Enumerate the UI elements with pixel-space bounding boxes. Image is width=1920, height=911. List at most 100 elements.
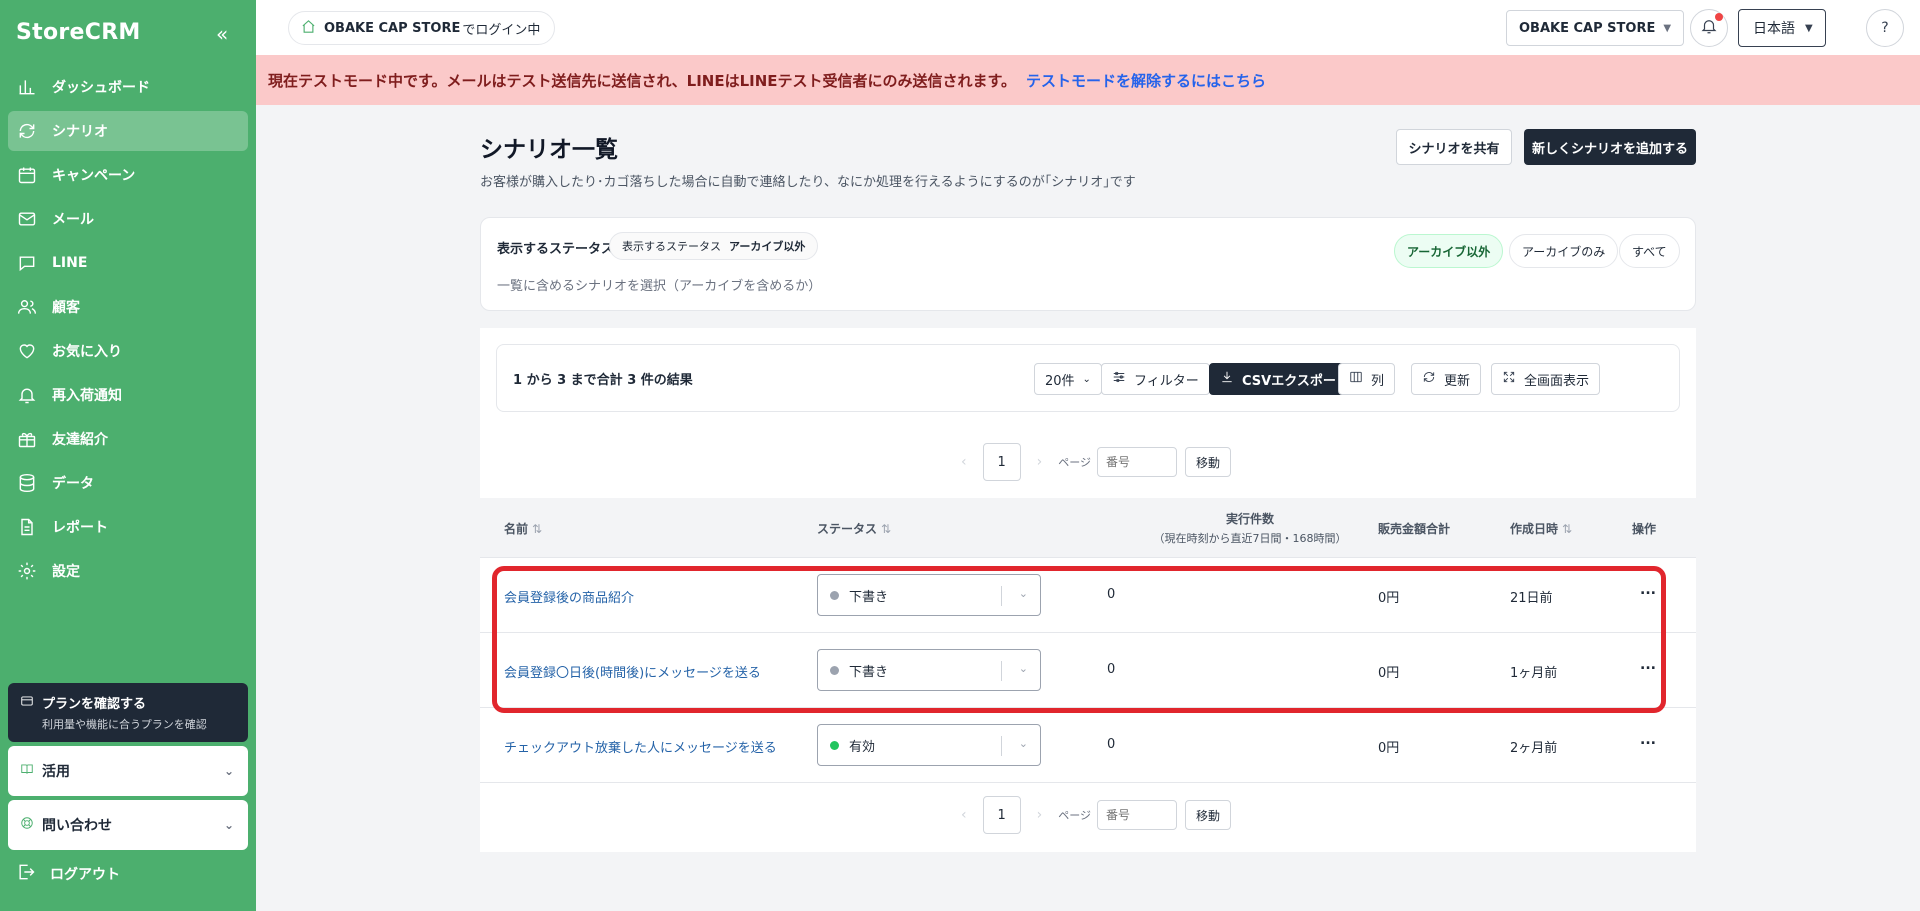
sidebar-item-restock[interactable]: 再入荷通知 (8, 375, 248, 415)
sidebar-item-settings[interactable]: 設定 (8, 551, 248, 591)
sidebar-item-label: キャンペーン (52, 168, 136, 184)
document-icon (16, 516, 38, 538)
sidebar-item-label: レポート (52, 520, 108, 536)
columns-button[interactable]: 列 (1338, 363, 1396, 395)
store-select-value: OBAKE CAP STORE (1519, 20, 1656, 36)
sidebar-item-data[interactable]: データ (8, 463, 248, 503)
status-select[interactable]: 下書き ⌄ (817, 649, 1041, 691)
filter-button[interactable]: フィルター (1101, 363, 1210, 395)
fullscreen-button[interactable]: 全画面表示 (1491, 363, 1601, 395)
sidebar-item-report[interactable]: レポート (8, 507, 248, 547)
filter-label: フィルター (1134, 373, 1199, 389)
page-label: ページ (1058, 456, 1091, 469)
chevron-down-icon: ▼ (1663, 22, 1672, 34)
sidebar: StoreCRM « ダッシュボード シナリオ キャンペーン メール LINE … (0, 0, 256, 911)
store-name: OBAKE CAP STORE (324, 20, 461, 36)
page-number-current[interactable]: 1 (982, 443, 1021, 481)
refresh-icon (1422, 370, 1444, 388)
status-filter-chip: 表示するステータス アーカイブ以外 (609, 232, 819, 260)
filter-option-non-archived[interactable]: アーカイブ以外 (1394, 234, 1504, 268)
store-chip[interactable]: OBAKE CAP STORE でログイン中 (288, 11, 556, 45)
status-select[interactable]: 下書き ⌄ (817, 574, 1041, 616)
status-dot (830, 740, 839, 750)
scenario-name-link[interactable]: チェックアウト放棄した人にメッセージを送る (504, 737, 777, 756)
sort-icon[interactable]: ⇅ (1562, 522, 1572, 536)
fullscreen-label: 全画面表示 (1524, 373, 1590, 389)
result-count: 1 から 3 まで合計 3 件の結果 (513, 373, 693, 388)
chevron-down-icon: ⌄ (1018, 587, 1028, 600)
sidebar-item-referral[interactable]: 友達紹介 (8, 419, 248, 459)
sales-value: 0円 (1378, 591, 1400, 606)
go-page-button[interactable]: 移動 (1184, 447, 1231, 477)
store-login-suffix: でログイン中 (462, 22, 541, 38)
created-value: 21日前 (1510, 591, 1553, 606)
status-value: 下書き (849, 589, 889, 605)
next-page-icon[interactable]: › (1037, 454, 1043, 470)
sidebar-item-label: シナリオ (52, 124, 108, 140)
chevron-down-icon: ▼ (1805, 22, 1813, 34)
header-actions: 操作 (1632, 522, 1657, 536)
filter-option-all[interactable]: すべて (1619, 234, 1680, 268)
contact-label: 問い合わせ (42, 818, 112, 834)
sidebar-item-scenario[interactable]: シナリオ (8, 111, 248, 151)
row-actions-button[interactable]: ... (1640, 657, 1656, 673)
filter-option-archived-only[interactable]: アーカイブのみ (1509, 234, 1619, 268)
refresh-button[interactable]: 更新 (1411, 363, 1482, 395)
share-scenario-button[interactable]: シナリオを共有 (1396, 129, 1512, 165)
scenario-name-link[interactable]: 会員登録〇日後(時間後)にメッセージを送る (504, 662, 761, 681)
sidebar-item-campaign[interactable]: キャンペーン (8, 155, 248, 195)
sidebar-item-dashboard[interactable]: ダッシュボード (8, 67, 248, 107)
language-select[interactable]: 日本語 ▼ (1738, 9, 1826, 47)
row-actions-button[interactable]: ... (1640, 732, 1656, 748)
language-value: 日本語 (1753, 21, 1795, 37)
plan-card[interactable]: プランを確認する 利用量や機能に合うプランを確認 (8, 683, 248, 742)
executions-value: 0 (1107, 737, 1116, 752)
notification-button[interactable] (1690, 9, 1728, 47)
per-page-select[interactable]: 20件 ⌄ (1034, 363, 1102, 395)
store-select[interactable]: OBAKE CAP STORE ▼ (1506, 10, 1685, 46)
per-page-value: 20件 (1045, 373, 1075, 389)
executions-value: 0 (1107, 662, 1116, 677)
usage-accordion[interactable]: 活用 ⌄ (8, 746, 248, 796)
sidebar-item-favorites[interactable]: お気に入り (8, 331, 248, 371)
refresh-label: 更新 (1444, 373, 1471, 389)
sort-icon[interactable]: ⇅ (881, 522, 891, 536)
sidebar-item-label: データ (52, 476, 94, 492)
sidebar-item-line[interactable]: LINE (8, 243, 248, 283)
next-page-icon[interactable]: › (1037, 807, 1043, 823)
pagination-top: ‹ 1 › ページ 移動 (480, 443, 1696, 481)
page-number-input[interactable] (1096, 447, 1177, 477)
help-icon[interactable]: ? (1866, 9, 1904, 47)
go-page-button[interactable]: 移動 (1184, 800, 1231, 830)
chip-label: 表示するステータス (622, 240, 721, 253)
sales-value: 0円 (1378, 741, 1400, 756)
app-logo: StoreCRM (16, 20, 141, 45)
topbar: OBAKE CAP STORE でログイン中 OBAKE CAP STORE ▼… (256, 0, 1920, 55)
prev-page-icon[interactable]: ‹ (961, 807, 967, 823)
table-toolbar: 1 から 3 まで合計 3 件の結果 20件 ⌄ フィルター CSVエクスポート… (496, 344, 1680, 412)
users-icon (16, 296, 38, 318)
header-status: ステータス ⇅ (817, 522, 892, 536)
row-actions-button[interactable]: ... (1640, 582, 1656, 598)
scenario-name-link[interactable]: 会員登録後の商品紹介 (504, 587, 634, 606)
collapse-sidebar-icon[interactable]: « (216, 22, 228, 46)
csv-label: CSVエクスポート (1242, 373, 1349, 389)
columns-label: 列 (1371, 373, 1385, 389)
page-number-input[interactable] (1096, 800, 1177, 830)
sidebar-item-label: LINE (52, 255, 88, 271)
prev-page-icon[interactable]: ‹ (961, 454, 967, 470)
sort-icon[interactable]: ⇅ (532, 522, 542, 536)
page-number-current[interactable]: 1 (982, 796, 1021, 834)
status-value: 下書き (849, 664, 889, 680)
logout-button[interactable]: ログアウト (16, 862, 120, 886)
sidebar-item-mail[interactable]: メール (8, 199, 248, 239)
database-icon (16, 472, 38, 494)
status-select[interactable]: 有効 ⌄ (817, 724, 1041, 766)
status-filter-label: 表示するステータス (497, 242, 615, 257)
disable-test-mode-link[interactable]: テストモードを解除するにはこちら (1026, 70, 1266, 91)
sales-value: 0円 (1378, 666, 1400, 681)
chevron-down-icon: ⌄ (223, 818, 234, 832)
contact-accordion[interactable]: 問い合わせ ⌄ (8, 800, 248, 850)
sidebar-item-customers[interactable]: 顧客 (8, 287, 248, 327)
add-scenario-button[interactable]: 新しくシナリオを追加する (1524, 129, 1696, 165)
